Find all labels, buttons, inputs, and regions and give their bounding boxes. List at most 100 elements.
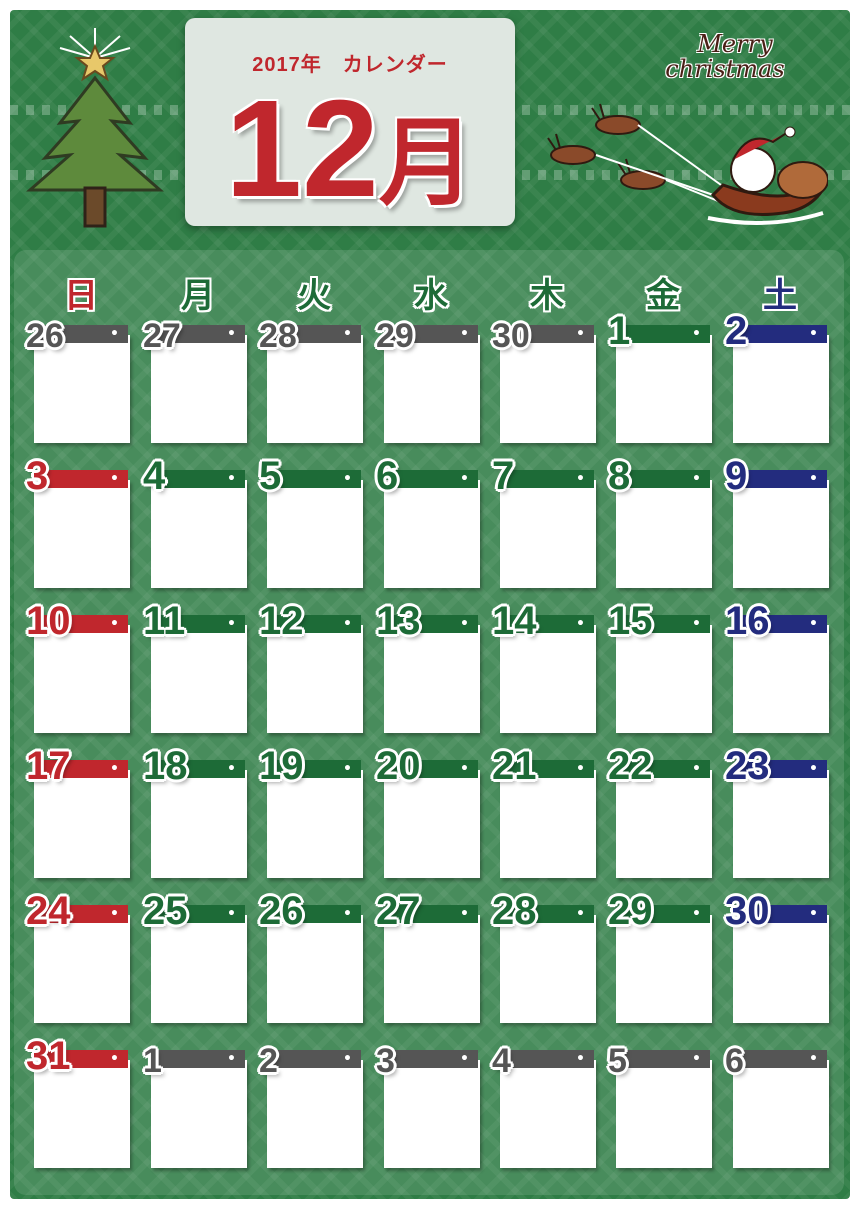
tab-dot-icon: • [110, 1051, 119, 1067]
calendar-day-cell[interactable]: • 28 [492, 891, 604, 1029]
calendar-day-cell[interactable]: • 2 [725, 311, 837, 449]
day-number: 29 [608, 889, 653, 933]
calendar-day-cell[interactable]: • 4 [492, 1044, 604, 1174]
day-number: 14 [492, 599, 537, 643]
calendar-day-cell[interactable]: • 10 [26, 601, 138, 739]
tab-dot-icon: • [576, 471, 585, 487]
calendar-day-cell[interactable]: • 27 [376, 891, 488, 1029]
tab-dot-icon: • [809, 906, 818, 922]
day-number: 9 [725, 454, 748, 498]
calendar-day-cell[interactable]: • 16 [725, 601, 837, 739]
calendar-day-cell[interactable]: • 6 [725, 1044, 837, 1174]
day-note-paper [267, 1060, 363, 1168]
calendar-day-cell[interactable]: • 1 [143, 1044, 255, 1174]
day-number: 24 [26, 889, 71, 933]
calendar-day-cell[interactable]: • 8 [608, 456, 720, 594]
tab-dot-icon: • [692, 761, 701, 777]
calendar-day-cell[interactable]: • 21 [492, 746, 604, 884]
tab-dot-icon: • [227, 471, 236, 487]
day-note-paper [267, 480, 363, 588]
calendar-day-cell[interactable]: • 26 [259, 891, 371, 1029]
day-number: 30 [492, 317, 530, 355]
day-tab: • [157, 470, 245, 488]
day-number: 29 [376, 317, 414, 355]
calendar-day-cell[interactable]: • 24 [26, 891, 138, 1029]
day-tab: • [506, 470, 594, 488]
day-number: 28 [492, 889, 537, 933]
day-number: 3 [376, 1042, 395, 1080]
calendar-day-cell[interactable]: • 29 [608, 891, 720, 1029]
tab-dot-icon: • [343, 906, 352, 922]
day-note-paper [733, 480, 829, 588]
day-note-paper [151, 480, 247, 588]
calendar-day-cell[interactable]: • 29 [376, 319, 488, 449]
calendar-day-cell[interactable]: • 3 [26, 456, 138, 594]
day-note-paper [500, 480, 596, 588]
calendar-day-cell[interactable]: • 5 [259, 456, 371, 594]
tab-dot-icon: • [227, 326, 236, 342]
greeting-line-2: christmas [665, 55, 785, 84]
day-number: 3 [26, 454, 49, 498]
tab-dot-icon: • [110, 616, 119, 632]
day-tab: • [506, 1050, 594, 1068]
tab-dot-icon: • [809, 326, 818, 342]
tab-dot-icon: • [692, 326, 701, 342]
day-number: 12 [259, 599, 304, 643]
tab-dot-icon: • [692, 616, 701, 632]
calendar-day-cell[interactable]: • 5 [608, 1044, 720, 1174]
day-note-paper [384, 480, 480, 588]
tab-dot-icon: • [692, 471, 701, 487]
calendar-day-cell[interactable]: • 4 [143, 456, 255, 594]
calendar-day-cell[interactable]: • 28 [259, 319, 371, 449]
calendar-day-cell[interactable]: • 1 [608, 311, 720, 449]
tab-dot-icon: • [576, 616, 585, 632]
weekday-header: 日 月 火 水 木 金 土 [0, 268, 840, 316]
title-card: 2017年 カレンダー 12月 [185, 18, 515, 226]
calendar-day-cell[interactable]: • 30 [492, 319, 604, 449]
day-tab: • [739, 1050, 827, 1068]
day-number: 15 [608, 599, 653, 643]
day-number: 30 [725, 889, 770, 933]
day-note-paper [151, 1060, 247, 1168]
calendar-day-cell[interactable]: • 31 [26, 1036, 138, 1174]
day-number: 7 [492, 454, 515, 498]
calendar-day-cell[interactable]: • 22 [608, 746, 720, 884]
calendar-day-cell[interactable]: • 25 [143, 891, 255, 1029]
calendar-day-cell[interactable]: • 3 [376, 1044, 488, 1174]
day-note-paper [384, 1060, 480, 1168]
day-number: 6 [725, 1042, 744, 1080]
calendar-day-cell[interactable]: • 14 [492, 601, 604, 739]
day-number: 5 [259, 454, 282, 498]
tab-dot-icon: • [227, 616, 236, 632]
calendar-day-cell[interactable]: • 30 [725, 891, 837, 1029]
calendar-day-cell[interactable]: • 23 [725, 746, 837, 884]
month-number: 12 [225, 72, 379, 226]
calendar-day-cell[interactable]: • 13 [376, 601, 488, 739]
calendar-day-cell[interactable]: • 18 [143, 746, 255, 884]
day-tab: • [273, 470, 361, 488]
tab-dot-icon: • [809, 616, 818, 632]
calendar-day-cell[interactable]: • 2 [259, 1044, 371, 1174]
calendar-day-cell[interactable]: • 12 [259, 601, 371, 739]
day-note-paper [733, 1060, 829, 1168]
calendar-day-cell[interactable]: • 17 [26, 746, 138, 884]
calendar-day-cell[interactable]: • 15 [608, 601, 720, 739]
calendar-day-cell[interactable]: • 27 [143, 319, 255, 449]
tab-dot-icon: • [809, 471, 818, 487]
day-tab: • [622, 325, 710, 343]
calendar-day-cell[interactable]: • 7 [492, 456, 604, 594]
tab-dot-icon: • [460, 471, 469, 487]
calendar-day-cell[interactable]: • 20 [376, 746, 488, 884]
tab-dot-icon: • [343, 1051, 352, 1067]
calendar-day-cell[interactable]: • 11 [143, 601, 255, 739]
tab-dot-icon: • [343, 471, 352, 487]
day-tab: • [273, 1050, 361, 1068]
calendar-day-cell[interactable]: • 6 [376, 456, 488, 594]
day-number: 17 [26, 744, 71, 788]
greeting-line-1: Merry [697, 30, 773, 58]
calendar-day-cell[interactable]: • 9 [725, 456, 837, 594]
day-tab: • [739, 470, 827, 488]
calendar-day-cell[interactable]: • 26 [26, 319, 138, 449]
calendar-day-cell[interactable]: • 19 [259, 746, 371, 884]
day-number: 11 [143, 599, 186, 643]
